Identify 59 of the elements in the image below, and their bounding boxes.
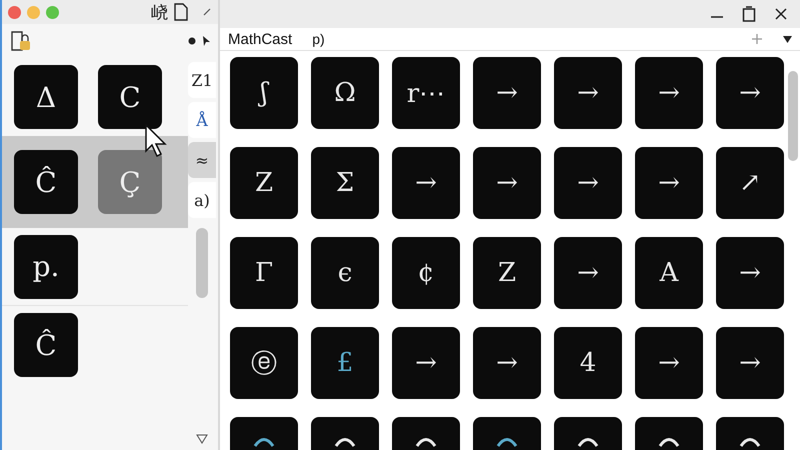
glyph-tile[interactable]: → <box>635 57 703 129</box>
glyph-tile[interactable]: Σ <box>311 147 379 219</box>
glyph-tile[interactable]: → <box>635 327 703 399</box>
close-button[interactable] <box>8 6 21 18</box>
tile-row[interactable]: Ĉ <box>2 306 188 384</box>
glyph-tile[interactable]: → <box>473 57 541 129</box>
scrollbar-thumb[interactable] <box>788 71 798 161</box>
caret-icon[interactable] <box>783 36 792 42</box>
glyph-tile[interactable]: → <box>716 57 784 129</box>
tile-row[interactable]: p. <box>2 228 188 306</box>
glyph-tile[interactable]: r⋯ <box>392 57 460 129</box>
glyph-tile[interactable]: → <box>554 237 622 309</box>
glyph-tile[interactable]: ⓔ <box>230 327 298 399</box>
glyph-tile[interactable]: Z <box>473 237 541 309</box>
mouse-cursor-icon <box>145 124 167 158</box>
scrollbar-thumb[interactable] <box>196 228 208 298</box>
side-tab[interactable]: Å <box>188 102 216 138</box>
side-tab[interactable]: a) <box>188 182 216 218</box>
document-icon[interactable] <box>174 3 188 21</box>
side-tab[interactable]: Z1 <box>188 62 216 98</box>
close-icon[interactable] <box>774 7 788 21</box>
glyph-tile[interactable]: Z <box>230 147 298 219</box>
glyph-tile[interactable]: → <box>473 327 541 399</box>
glyph-tile[interactable]: 4 <box>554 327 622 399</box>
glyph-tile[interactable]: → <box>716 327 784 399</box>
glyph-tile[interactable]: → <box>473 147 541 219</box>
glyph-tile[interactable]: A <box>635 237 703 309</box>
glyph-tile[interactable]: ʃ <box>230 57 298 129</box>
pencil-icon[interactable] <box>202 7 212 17</box>
glyph-tile[interactable]: Ω <box>311 57 379 129</box>
glyph-tile[interactable]: Ç <box>98 150 162 214</box>
glyph-tile[interactable]: ↗ <box>716 147 784 219</box>
glyph-tile[interactable]: → <box>554 57 622 129</box>
tile-row[interactable]: Ĉ Ç <box>2 136 188 228</box>
glyph-tile[interactable]: → <box>635 147 703 219</box>
glyph-tile[interactable]: → <box>392 147 460 219</box>
glyph-tile[interactable]: Γ <box>230 237 298 309</box>
clipboard-lock-icon[interactable] <box>10 29 32 53</box>
dot-icon <box>188 37 196 45</box>
glyph-tile[interactable]: C <box>98 65 162 129</box>
plus-icon[interactable] <box>751 33 763 45</box>
glyph-tile[interactable]: є <box>311 237 379 309</box>
tile-row[interactable]: Δ C <box>2 58 188 136</box>
tab[interactable]: MathCast <box>228 30 292 48</box>
glyph-tile[interactable]: ¢ <box>392 237 460 309</box>
glyph-tile[interactable]: £ <box>311 327 379 399</box>
glyph-tile[interactable]: p. <box>14 234 78 298</box>
title-glyph: 峣 <box>151 2 168 24</box>
glyph-tile[interactable]: → <box>554 147 622 219</box>
glyph-tile[interactable]: → <box>716 237 784 309</box>
glyph-tile[interactable]: Δ <box>14 65 78 129</box>
tab[interactable]: p) <box>312 31 325 47</box>
side-tab[interactable]: ≈ <box>188 142 216 178</box>
glyph-tile[interactable]: Ĉ <box>14 150 78 214</box>
glyph-tile[interactable]: → <box>392 327 460 399</box>
glyph-tile[interactable]: Ĉ <box>14 313 78 377</box>
maximize-icon[interactable] <box>742 6 756 22</box>
scroll-down-icon[interactable] <box>196 434 208 444</box>
pointer-icon[interactable] <box>202 36 210 46</box>
